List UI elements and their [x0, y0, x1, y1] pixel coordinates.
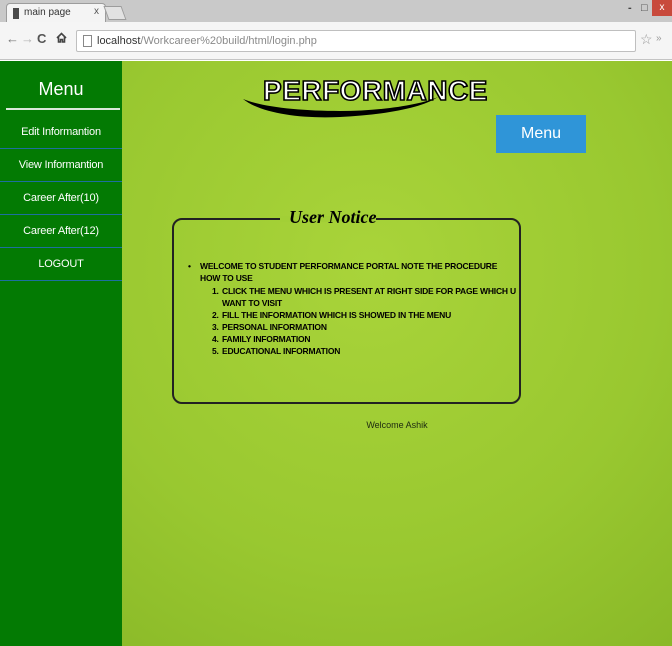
step-number: 2. — [212, 310, 219, 320]
sidebar-item-logout[interactable]: LOGOUT — [0, 248, 122, 281]
list-item: 5. Educational information — [212, 345, 516, 357]
step-number: 4. — [212, 334, 219, 344]
list-item: 3. personal information — [212, 321, 516, 333]
new-tab-button[interactable] — [103, 6, 127, 20]
notice-title: User Notice — [289, 207, 377, 227]
window-close-button[interactable]: x — [652, 0, 672, 16]
step-number: 5. — [212, 346, 219, 356]
url-path: /Workcareer%20build/html/login.php — [140, 35, 317, 47]
sidebar-title: Menu — [38, 79, 84, 99]
notice-content: • Welcome to student performance portal … — [186, 260, 516, 357]
step-text: family information — [222, 334, 311, 344]
step-text: Educational information — [222, 346, 341, 356]
menu-button[interactable]: Menu — [496, 115, 586, 153]
home-icon[interactable] — [56, 31, 67, 46]
url-text[interactable]: localhost/Workcareer%20build/html/login.… — [97, 35, 317, 47]
forward-arrow-icon[interactable]: → — [21, 31, 34, 46]
step-text: fill the information which is showed in … — [222, 310, 452, 320]
notice-intro: • Welcome to student performance portal … — [186, 260, 516, 284]
sidebar-item-edit-information[interactable]: Edit Informantion — [0, 116, 122, 149]
page-content: Menu Edit Informantion View Informantion… — [0, 61, 672, 646]
sidebar-item-career-after-10[interactable]: Career After(10) — [0, 182, 122, 215]
list-item: 4. family information — [212, 333, 516, 345]
url-host: localhost — [97, 35, 141, 47]
notice-steps: 1. Click the menu which is present at ri… — [186, 285, 516, 357]
list-item: 1. Click the menu which is present at ri… — [212, 285, 516, 309]
sidebar-item-career-after-12[interactable]: Career After(12) — [0, 215, 122, 248]
list-item: 2. fill the information which is showed … — [212, 309, 516, 321]
step-text: personal information — [222, 322, 327, 332]
tab-title: main page — [24, 7, 71, 18]
step-number: 1. — [212, 286, 219, 296]
page-title: PERFORMANCE — [262, 74, 488, 107]
window-minimize-button[interactable]: - — [628, 2, 632, 14]
sidebar-menu: Edit Informantion View Informantion Care… — [0, 116, 122, 281]
reload-icon[interactable]: C — [37, 31, 46, 46]
page-icon — [83, 35, 92, 47]
tab-favicon-icon — [13, 8, 19, 19]
welcome-message: Welcome Ashik — [366, 420, 428, 430]
notice-intro-text: Welcome to student performance portal no… — [200, 261, 498, 283]
extensions-chevron-icon[interactable]: » — [656, 33, 662, 44]
address-bar[interactable]: localhost/Workcareer%20build/html/login.… — [76, 30, 636, 52]
browser-tab[interactable]: main page x — [6, 3, 106, 22]
bullet-icon: • — [188, 261, 191, 271]
tab-close-icon[interactable]: x — [94, 6, 99, 17]
step-number: 3. — [212, 322, 219, 332]
sidebar-divider — [6, 108, 120, 110]
browser-toolbar: ← → C localhost/Workcareer%20build/html/… — [0, 22, 672, 60]
browser-tab-bar: main page x - □ x — [0, 0, 672, 22]
back-arrow-icon[interactable]: ← — [6, 31, 19, 46]
sidebar: Menu Edit Informantion View Informantion… — [0, 61, 122, 646]
step-text: Click the menu which is present at right… — [222, 286, 516, 308]
star-icon[interactable]: ☆ — [640, 31, 653, 48]
window-maximize-button[interactable]: □ — [641, 2, 648, 14]
sidebar-item-view-information[interactable]: View Informantion — [0, 149, 122, 182]
